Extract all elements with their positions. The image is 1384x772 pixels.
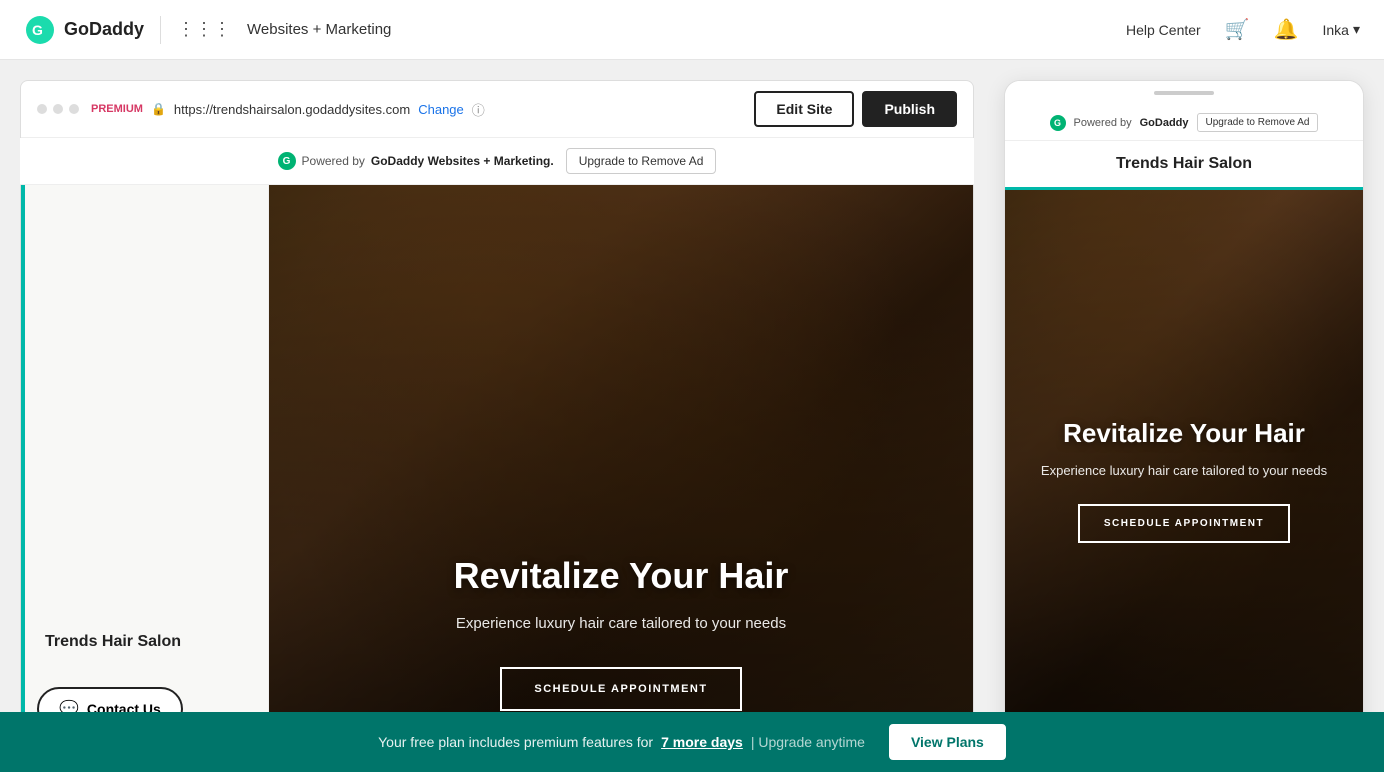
logo-area: G GoDaddy — [24, 14, 144, 46]
teal-accent-bar — [21, 185, 25, 771]
info-icon[interactable]: ⓘ — [472, 100, 485, 119]
mobile-hero-title: Revitalize Your Hair — [1063, 418, 1305, 449]
product-name: Websites + Marketing — [247, 21, 391, 38]
mobile-schedule-button[interactable]: SCHEDULE APPOINTMENT — [1078, 504, 1290, 543]
dot-red — [37, 104, 47, 114]
browser-chrome: PREMIUM 🔒 https://trendshairsalon.godadd… — [20, 80, 974, 138]
browser-dots — [37, 104, 79, 114]
mobile-ad-bar: G Powered by GoDaddy Upgrade to Remove A… — [1005, 105, 1363, 141]
site-content: Trends Hair Salon 💬 Contact Us Revitaliz… — [21, 185, 973, 771]
lock-icon: 🔒 — [151, 102, 166, 116]
chevron-down-icon: ▾ — [1353, 21, 1360, 38]
mobile-upgrade-ad-button[interactable]: Upgrade to Remove Ad — [1197, 113, 1319, 132]
mobile-site-header: Trends Hair Salon — [1005, 141, 1363, 190]
svg-text:G: G — [32, 22, 43, 38]
godaddy-small-icon: G — [278, 152, 296, 170]
days-remaining-link[interactable]: 7 more days — [661, 734, 743, 750]
dot-green — [69, 104, 79, 114]
publish-button[interactable]: Publish — [862, 91, 957, 127]
mobile-powered-text: Powered by — [1074, 117, 1132, 129]
grid-icon[interactable]: ⋮⋮⋮ — [177, 19, 231, 40]
bottom-bar: Your free plan includes premium features… — [0, 712, 1384, 772]
mobile-godaddy-icon: G — [1050, 115, 1066, 131]
site-hero: Revitalize Your Hair Experience luxury h… — [269, 185, 973, 771]
ad-bar: G Powered by GoDaddy Websites + Marketin… — [20, 138, 974, 185]
mobile-hero-content: Revitalize Your Hair Experience luxury h… — [1005, 190, 1363, 771]
hero-background: Revitalize Your Hair Experience luxury h… — [269, 185, 973, 771]
top-navigation: G GoDaddy ⋮⋮⋮ Websites + Marketing Help … — [0, 0, 1384, 60]
site-name-sidebar: Trends Hair Salon — [45, 633, 181, 651]
hero-subtitle: Experience luxury hair care tailored to … — [454, 613, 789, 636]
user-name: Inka — [1323, 22, 1349, 38]
bottom-bar-separator: | Upgrade anytime — [751, 734, 865, 750]
ad-brand-text: GoDaddy Websites + Marketing. — [371, 154, 554, 168]
bottom-bar-text: Your free plan includes premium features… — [378, 734, 653, 750]
nav-divider — [160, 16, 161, 44]
mobile-godaddy-text: GoDaddy — [1140, 117, 1189, 129]
premium-badge: PREMIUM — [91, 103, 143, 115]
upgrade-ad-button[interactable]: Upgrade to Remove Ad — [566, 148, 717, 174]
site-sidebar: Trends Hair Salon 💬 Contact Us — [21, 185, 269, 771]
website-preview: Trends Hair Salon 💬 Contact Us Revitaliz… — [20, 185, 974, 772]
change-link[interactable]: Change — [418, 102, 464, 117]
help-center-link[interactable]: Help Center — [1126, 22, 1201, 38]
browser-actions: Edit Site Publish — [754, 91, 957, 127]
left-panel: PREMIUM 🔒 https://trendshairsalon.godadd… — [0, 60, 994, 772]
schedule-appointment-button[interactable]: SCHEDULE APPOINTMENT — [500, 667, 741, 711]
url-text: https://trendshairsalon.godaddysites.com — [174, 102, 410, 117]
mobile-notch — [1154, 91, 1214, 95]
ad-bar-left: G Powered by GoDaddy Websites + Marketin… — [278, 152, 554, 170]
bell-icon[interactable]: 🔔 — [1274, 17, 1299, 42]
edit-site-button[interactable]: Edit Site — [754, 91, 854, 127]
url-bar: PREMIUM 🔒 https://trendshairsalon.godadd… — [91, 100, 742, 119]
mobile-hero-subtitle: Experience luxury hair care tailored to … — [1041, 461, 1327, 481]
main-area: PREMIUM 🔒 https://trendshairsalon.godadd… — [0, 60, 1384, 772]
ad-powered-text: Powered by — [302, 154, 365, 168]
hero-title: Revitalize Your Hair — [454, 555, 789, 597]
mobile-status-bar — [1005, 81, 1363, 105]
godaddy-logo-icon: G — [24, 14, 56, 46]
mobile-frame: G Powered by GoDaddy Upgrade to Remove A… — [1004, 80, 1364, 772]
right-panel: G Powered by GoDaddy Upgrade to Remove A… — [994, 60, 1384, 772]
nav-left: G GoDaddy ⋮⋮⋮ Websites + Marketing — [24, 14, 391, 46]
cart-icon[interactable]: 🛒 — [1225, 17, 1250, 42]
view-plans-button[interactable]: View Plans — [889, 724, 1006, 760]
browser-bar: PREMIUM 🔒 https://trendshairsalon.godadd… — [21, 81, 973, 138]
logo-text: GoDaddy — [64, 19, 144, 40]
hero-text-block: Revitalize Your Hair Experience luxury h… — [414, 555, 829, 712]
dot-yellow — [53, 104, 63, 114]
nav-right: Help Center 🛒 🔔 Inka ▾ — [1126, 17, 1360, 42]
user-menu[interactable]: Inka ▾ — [1323, 21, 1361, 38]
mobile-site-title: Trends Hair Salon — [1021, 155, 1347, 173]
mobile-hero: Revitalize Your Hair Experience luxury h… — [1005, 190, 1363, 771]
